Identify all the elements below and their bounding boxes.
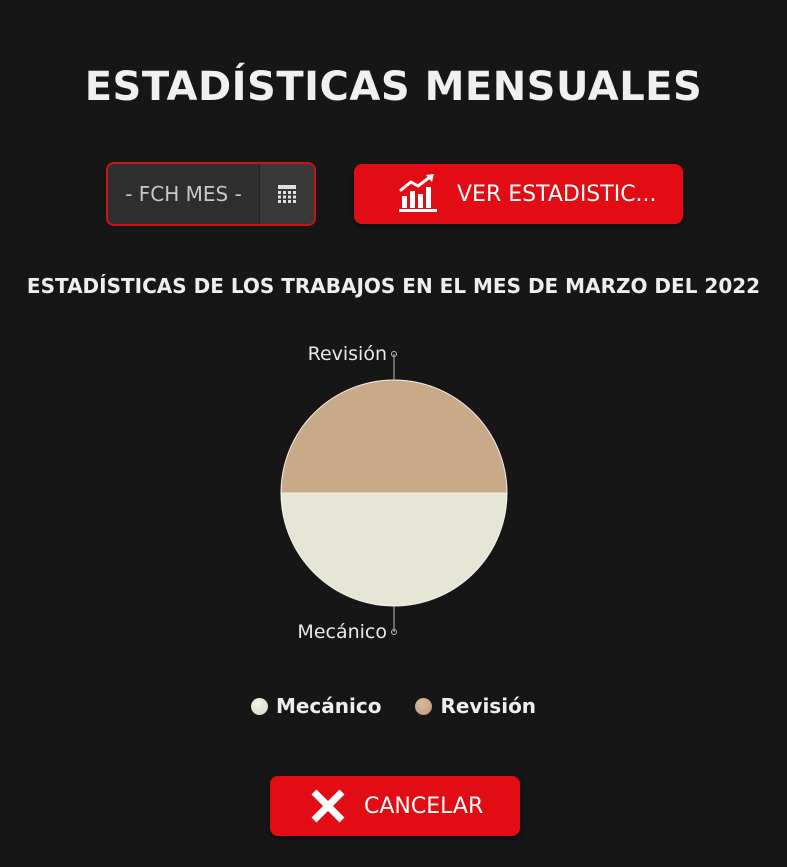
cancel-button[interactable]: CANCELAR <box>270 776 520 836</box>
cancel-label: CANCELAR <box>364 793 484 819</box>
calendar-icon <box>278 185 296 203</box>
pie-slice-1[interactable] <box>280 492 508 607</box>
date-input[interactable]: - FCH MES - <box>108 164 259 224</box>
pie-chart: Revisión Mecánico <box>280 343 508 643</box>
chart-growth-icon <box>399 174 437 212</box>
page-title: ESTADÍSTICAS MENSUALES <box>84 64 703 110</box>
view-statistics-label: VER ESTADISTIC... <box>457 181 657 207</box>
pie-slice-0[interactable] <box>280 379 508 494</box>
legend-label-mecanico: Mecánico <box>275 694 382 718</box>
month-date-picker[interactable]: - FCH MES - <box>106 162 316 226</box>
legend-dot-revision <box>415 697 433 715</box>
pie-slice-label-1: Mecánico <box>297 621 387 643</box>
chart-title: ESTADÍSTICAS DE LOS TRABAJOS EN EL MES D… <box>26 274 761 298</box>
view-statistics-button[interactable]: VER ESTADISTIC... <box>354 164 683 224</box>
pie-slice-label-0: Revisión <box>308 343 387 365</box>
close-icon <box>311 789 345 823</box>
legend-item-mecanico[interactable]: Mecánico <box>250 694 382 718</box>
legend-item-revision[interactable]: Revisión <box>415 694 536 718</box>
legend-label-revision: Revisión <box>440 694 537 718</box>
calendar-button[interactable] <box>259 164 314 224</box>
legend-dot-mecanico <box>250 697 268 715</box>
chart-legend: Mecánico Revisión <box>0 694 787 718</box>
